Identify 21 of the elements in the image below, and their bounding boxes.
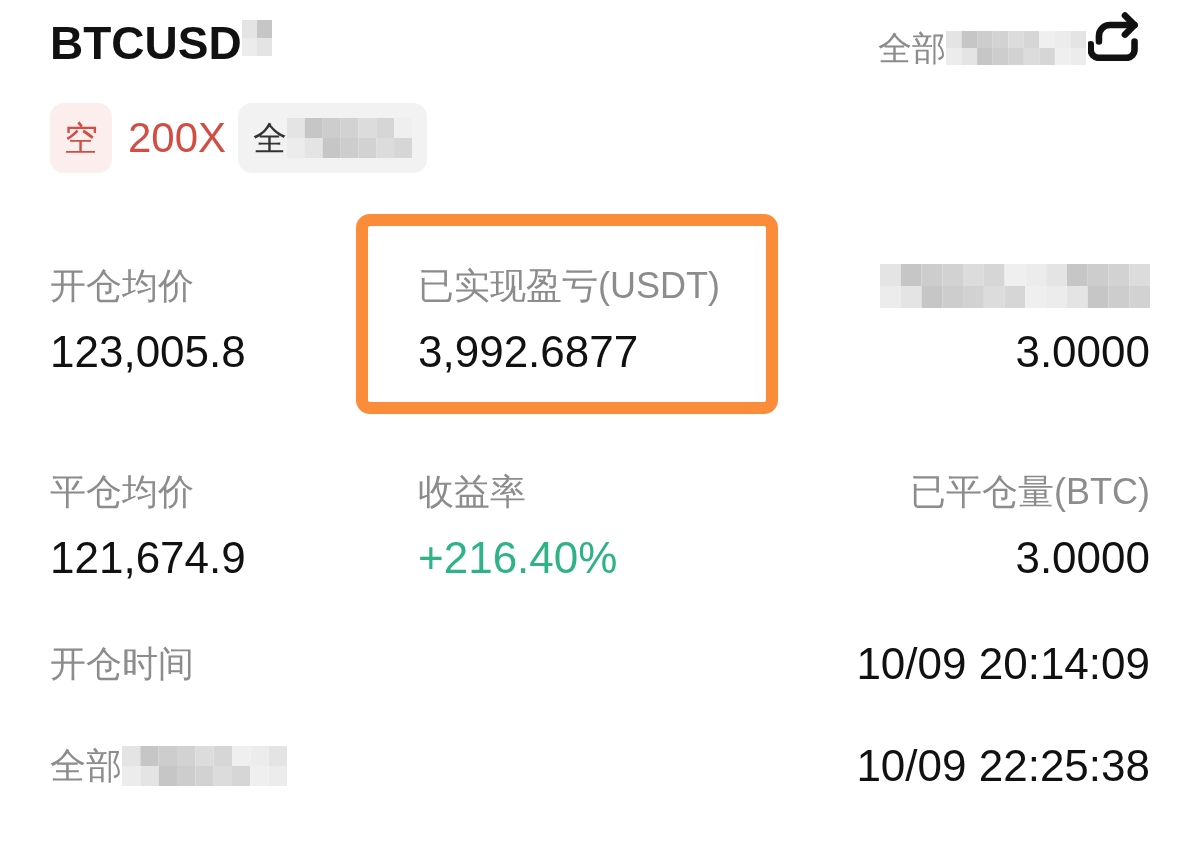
stat-label: 已平仓量(BTC) — [910, 470, 1150, 514]
time-value: 10/09 22:25:38 — [856, 740, 1150, 792]
stat-value: 123,005.8 — [50, 326, 246, 378]
symbol-title: BTCUSD — [50, 20, 242, 66]
stat-value: 3.0000 — [1015, 532, 1150, 584]
side-badge: 空 — [50, 103, 112, 173]
share-icon — [1088, 11, 1140, 61]
time-label: 开仓时间 — [50, 642, 194, 686]
leverage-label: 200X — [128, 114, 227, 161]
stat-value: +216.40% — [418, 532, 618, 584]
stat-label: 已实现盈亏(USDT) — [418, 264, 720, 308]
stat-label: 开仓均价 — [50, 264, 194, 308]
stat-label: 平仓均价 — [50, 470, 194, 514]
stat-value: 3,992.6877 — [418, 326, 639, 378]
margin-mode-label: 全 — [253, 118, 288, 158]
time-label: 全部 — [50, 744, 122, 788]
stat-value: 3.0000 — [1015, 326, 1150, 378]
stat-label: 收益率 — [418, 470, 526, 514]
stat-value: 121,674.9 — [50, 532, 246, 584]
filter-label[interactable]: 全部 — [878, 30, 946, 66]
time-value: 10/09 20:14:09 — [856, 638, 1150, 690]
